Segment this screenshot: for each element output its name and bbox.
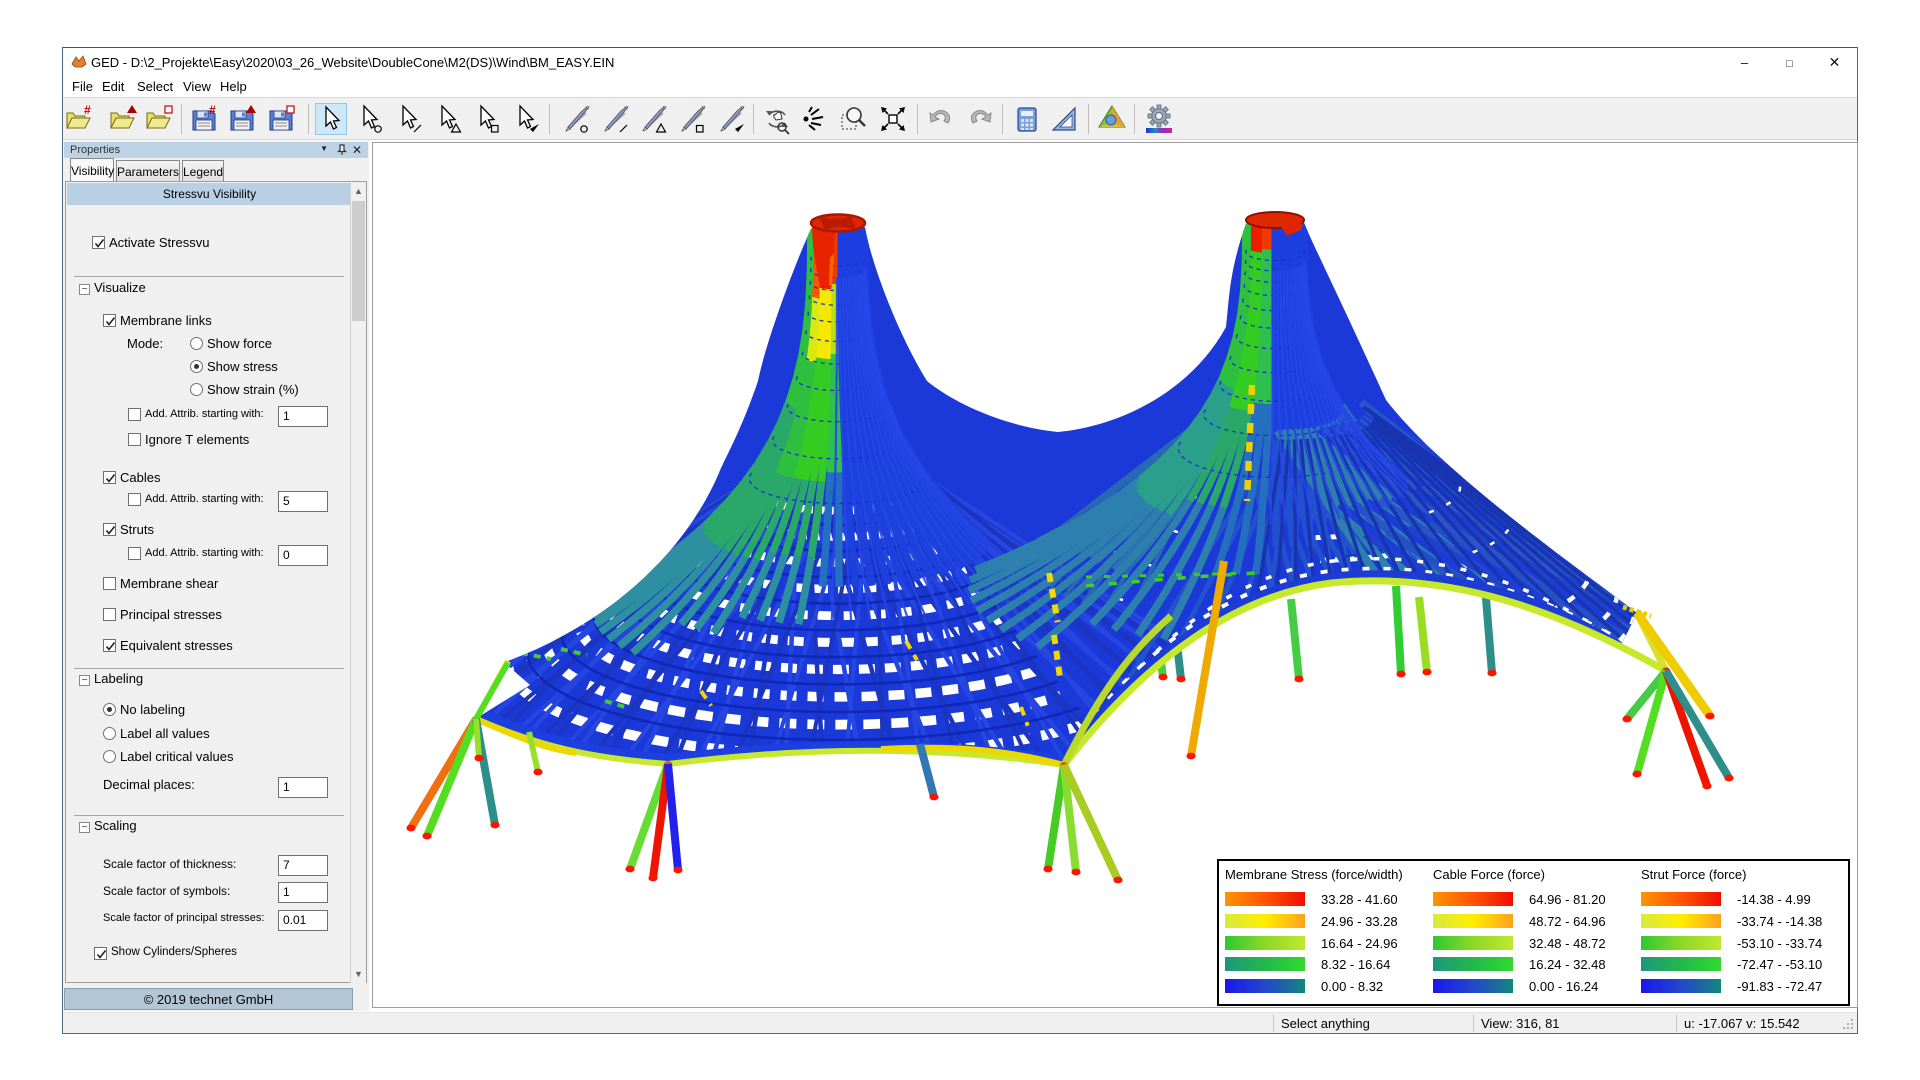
svg-text:#: # <box>209 103 216 117</box>
svg-text:#: # <box>84 103 91 117</box>
